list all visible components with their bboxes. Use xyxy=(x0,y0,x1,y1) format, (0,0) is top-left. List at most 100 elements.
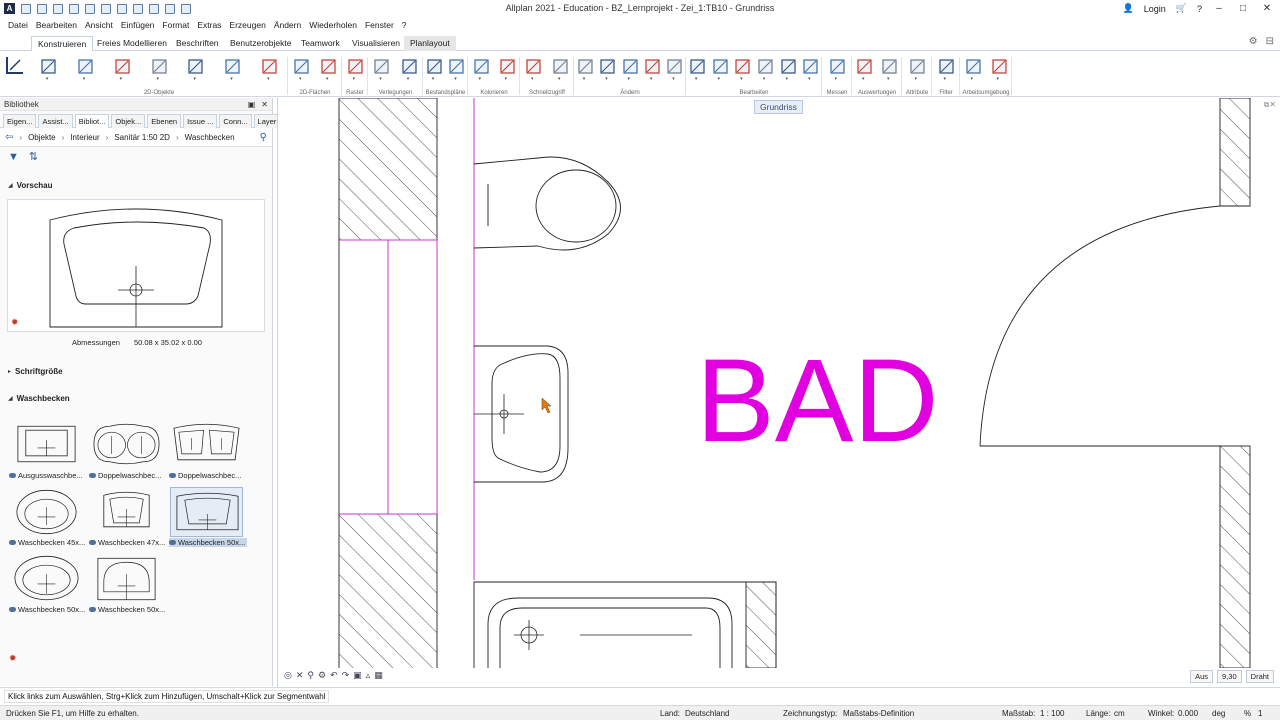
search-icon[interactable]: ⚲ xyxy=(260,132,267,143)
ribbon-tool-icon[interactable] xyxy=(473,58,490,75)
dropdown-caret-icon[interactable]: ▾ xyxy=(672,77,677,82)
dropdown-caret-icon[interactable]: ▾ xyxy=(971,77,976,82)
library-item[interactable]: Waschbecken 47x... xyxy=(89,487,165,551)
panel-tab[interactable]: Eigen... xyxy=(3,114,37,128)
ribbon-tool-icon[interactable] xyxy=(525,58,542,75)
ribbon-tool-icon[interactable] xyxy=(829,58,846,75)
dropdown-icon[interactable] xyxy=(181,3,191,14)
ribbon-tool-icon[interactable] xyxy=(938,58,955,75)
dropdown-caret-icon[interactable]: ▾ xyxy=(407,77,412,82)
gear-icon[interactable]: ⚙ xyxy=(1249,36,1258,47)
ribbon-tool-icon[interactable] xyxy=(881,58,898,75)
back-icon[interactable]: ⇦ xyxy=(5,132,13,143)
library-item[interactable]: Waschbecken 50x... xyxy=(169,487,247,551)
ribbon-tool-icon[interactable] xyxy=(734,58,751,75)
dropdown-caret-icon[interactable]: ▾ xyxy=(299,77,304,82)
ribbon-tool-icon[interactable] xyxy=(577,58,594,75)
view-3d-icon[interactable]: ▣ xyxy=(353,670,362,681)
ribbon-tool-icon[interactable] xyxy=(599,58,616,75)
length-value[interactable]: cm xyxy=(1114,709,1125,718)
ribbon-tool-icon[interactable] xyxy=(991,58,1008,75)
ribbon-tool-icon[interactable] xyxy=(802,58,819,75)
wall-segment[interactable] xyxy=(1219,445,1251,668)
dropdown-caret-icon[interactable]: ▾ xyxy=(505,77,510,82)
dropdown-caret-icon[interactable]: ▾ xyxy=(46,77,51,82)
sort-icon[interactable]: ⇅ xyxy=(29,150,38,163)
view-label[interactable]: Grundriss xyxy=(754,100,803,114)
zoom-icon[interactable]: ⚙ xyxy=(318,670,326,681)
ribbon-tool-icon[interactable] xyxy=(856,58,873,75)
library-item[interactable]: Doppelwaschbec... xyxy=(89,420,164,484)
ribbon-tool-icon[interactable] xyxy=(448,58,465,75)
library-item[interactable]: Waschbecken 50x... xyxy=(9,554,85,618)
door-swing[interactable] xyxy=(979,205,1250,447)
preview-section-header[interactable]: ◢ Vorschau xyxy=(0,181,53,190)
ribbon-tab[interactable]: Beschriften xyxy=(170,36,225,52)
panel-tab[interactable]: Objek... xyxy=(111,114,146,128)
menu-item[interactable]: Ansicht xyxy=(81,20,117,30)
collapse-ribbon-icon[interactable]: ⊟ xyxy=(1266,36,1274,47)
ribbon-tool-icon[interactable] xyxy=(426,58,443,75)
dropdown-caret-icon[interactable]: ▾ xyxy=(740,77,745,82)
dropdown-caret-icon[interactable]: ▾ xyxy=(763,77,768,82)
dropdown-caret-icon[interactable]: ▾ xyxy=(583,77,588,82)
menu-item[interactable]: Erzeugen xyxy=(225,20,269,30)
dropdown-caret-icon[interactable]: ▾ xyxy=(695,77,700,82)
panel-tab[interactable]: Conn... xyxy=(219,114,252,128)
breadcrumb-item[interactable]: Interieur xyxy=(70,133,99,142)
dropdown-caret-icon[interactable]: ▾ xyxy=(786,77,791,82)
print-icon[interactable] xyxy=(69,3,79,14)
menu-item[interactable]: Extras xyxy=(193,20,225,30)
font-size-section-header[interactable]: ▸ Schriftgröße xyxy=(0,367,63,376)
menu-item[interactable]: Ändern xyxy=(270,20,305,30)
dropdown-caret-icon[interactable]: ▾ xyxy=(432,77,437,82)
settings-icon[interactable] xyxy=(133,3,143,14)
user-icon[interactable]: 👤 xyxy=(1123,3,1134,14)
dropdown-caret-icon[interactable]: ▾ xyxy=(605,77,610,82)
menu-item[interactable]: Datei xyxy=(4,20,32,30)
panel-close-icon[interactable]: ✕ xyxy=(261,100,268,109)
dropdown-caret-icon[interactable]: ▾ xyxy=(997,77,1002,82)
breadcrumb-item[interactable]: Sanitär 1:50 2D xyxy=(114,133,170,142)
ribbon-tool-icon[interactable] xyxy=(712,58,729,75)
dropdown-caret-icon[interactable]: ▾ xyxy=(157,77,162,82)
ribbon-tool-icon[interactable] xyxy=(689,58,706,75)
dropdown-caret-icon[interactable]: ▾ xyxy=(862,77,867,82)
dropdown-caret-icon[interactable]: ▾ xyxy=(808,77,813,82)
open-icon[interactable] xyxy=(37,3,47,14)
minimize-button[interactable]: – xyxy=(1212,3,1226,14)
ribbon-tool-icon[interactable] xyxy=(114,58,131,75)
breadcrumb-item[interactable]: Waschbecken xyxy=(185,133,235,142)
drawing-canvas[interactable]: BAD Grundriss ⧉✕ ◎ ✕ ⚲ ⚙ ↶ ↷ ▣ ▵ ▦ Aus 9… xyxy=(277,98,1280,687)
percent-value[interactable]: 1 xyxy=(1258,709,1262,718)
ribbon-tool-icon[interactable] xyxy=(965,58,982,75)
dropdown-caret-icon[interactable]: ▾ xyxy=(479,77,484,82)
angle-value[interactable]: 0.000 xyxy=(1178,709,1198,718)
wall-segment[interactable] xyxy=(338,513,438,668)
ribbon-tool-icon[interactable] xyxy=(780,58,797,75)
dropdown-caret-icon[interactable]: ▾ xyxy=(353,77,358,82)
save-icon[interactable] xyxy=(53,3,63,14)
dropdown-caret-icon[interactable]: ▾ xyxy=(558,77,563,82)
drawing-type-value[interactable]: Maßstabs-Definition xyxy=(843,709,914,718)
window-restore-icon[interactable]: ⧉✕ xyxy=(1264,100,1276,110)
ribbon-tool-icon[interactable] xyxy=(347,58,364,75)
ribbon-tab[interactable]: Konstruieren xyxy=(31,36,94,52)
dropdown-caret-icon[interactable]: ▾ xyxy=(193,77,198,82)
wall-segment[interactable] xyxy=(1219,98,1251,207)
library-item[interactable]: Ausgusswaschbe... xyxy=(9,420,84,484)
panel-tab[interactable]: Issue ... xyxy=(183,114,218,128)
ribbon-tool-icon[interactable] xyxy=(622,58,639,75)
zoom-window-icon[interactable]: ⚲ xyxy=(307,670,314,681)
previous-view-icon[interactable]: ↶ xyxy=(330,670,338,681)
ribbon-launcher-icon[interactable] xyxy=(4,54,26,76)
next-view-icon[interactable]: ↷ xyxy=(342,670,350,681)
ribbon-tool-icon[interactable] xyxy=(77,58,94,75)
ribbon-tab[interactable]: Visualisieren xyxy=(346,36,406,52)
dropdown-caret-icon[interactable]: ▾ xyxy=(944,77,949,82)
ribbon-tool-icon[interactable] xyxy=(644,58,661,75)
aus-dropdown[interactable]: Aus xyxy=(1190,670,1214,683)
dropdown-caret-icon[interactable]: ▾ xyxy=(267,77,272,82)
dropdown-caret-icon[interactable]: ▾ xyxy=(915,77,920,82)
dropdown-caret-icon[interactable]: ▾ xyxy=(718,77,723,82)
